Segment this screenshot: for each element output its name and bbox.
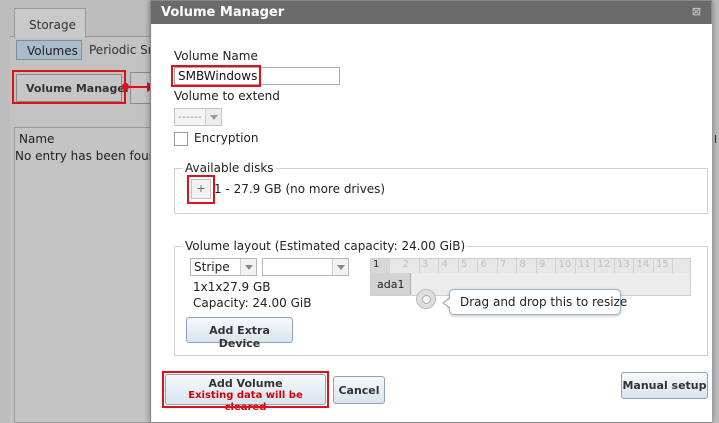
- grid-column-header: 13: [615, 259, 634, 273]
- volume-name-label: Volume Name: [174, 49, 258, 63]
- table-header-name[interactable]: Name: [19, 132, 54, 146]
- grid-column-header: 5: [459, 259, 478, 273]
- manual-setup-button[interactable]: Manual setup: [621, 372, 708, 399]
- grid-column-header: 2: [401, 259, 420, 273]
- volume-manager-dialog: Volume Manager ⊠ Volume Name Volume to e…: [150, 0, 712, 423]
- volumes-table: [14, 127, 160, 423]
- layout-size-select[interactable]: [262, 258, 349, 276]
- grid-column-header: 6: [479, 259, 498, 273]
- volume-to-extend-label: Volume to extend: [174, 89, 280, 103]
- add-extra-device-button[interactable]: Add Extra Device: [186, 317, 293, 350]
- grid-column-header: 12: [596, 259, 615, 273]
- grid-column-header: 9: [537, 259, 556, 273]
- tab-storage[interactable]: Storage: [14, 8, 86, 38]
- table-empty-message: No entry has been found: [15, 149, 164, 163]
- available-disks-legend: Available disks: [183, 161, 276, 175]
- dialog-titlebar[interactable]: Volume Manager ⊠: [151, 1, 711, 24]
- resize-handle-icon[interactable]: [416, 289, 436, 309]
- cancel-button[interactable]: Cancel: [333, 376, 385, 404]
- layout-config: 1x1x27.9 GB: [193, 280, 271, 294]
- layout-type-value: Stripe: [194, 260, 230, 274]
- volume-layout-legend: Volume layout (Estimated capacity: 24.00…: [183, 239, 468, 253]
- grid-column-header: 15: [654, 259, 673, 273]
- disk-summary: 1 - 27.9 GB (no more drives): [214, 182, 386, 196]
- volume-to-extend-select[interactable]: ------: [174, 108, 222, 126]
- layout-capacity: Capacity: 24.00 GiB: [193, 296, 312, 310]
- resize-tooltip: Drag and drop this to resize: [449, 289, 627, 315]
- dialog-title: Volume Manager: [161, 5, 285, 20]
- dialog-content: Volume Name Volume to extend ------ Encr…: [152, 24, 712, 422]
- grid-column-header: 11: [576, 259, 595, 273]
- grid-column-header: 4: [440, 259, 459, 273]
- highlight-box-add-volume: [162, 371, 329, 408]
- highlight-box-plus: [187, 175, 215, 204]
- layout-type-select[interactable]: Stripe: [190, 258, 257, 276]
- volume-to-extend-value: ------: [178, 110, 202, 123]
- highlight-box-volume-manager: [12, 70, 126, 104]
- close-icon[interactable]: ⊠: [692, 5, 701, 18]
- encryption-label: Encryption: [194, 131, 259, 145]
- subtab-periodic-snapshots[interactable]: Periodic Sn: [89, 43, 155, 57]
- highlight-box-volume-name: [171, 65, 261, 87]
- arrow-line: [126, 86, 148, 88]
- grid-column-header: 7: [498, 259, 517, 273]
- grid-drive-label[interactable]: ada1: [371, 273, 411, 295]
- grid-column-header: 8: [518, 259, 537, 273]
- background-right-strip: [712, 0, 719, 423]
- grid-column-header: 3: [420, 259, 439, 273]
- grid-column-header: 10: [557, 259, 576, 273]
- grid-column-header: 14: [635, 259, 654, 273]
- subtab-volumes[interactable]: Volumes: [16, 40, 82, 60]
- background-right-letter: I: [714, 133, 718, 146]
- tooltip-pointer-inner: [444, 298, 451, 308]
- chevron-down-icon: [205, 109, 221, 125]
- chevron-down-icon: [240, 259, 256, 275]
- encryption-checkbox[interactable]: [174, 132, 188, 146]
- chevron-down-icon: [332, 259, 348, 275]
